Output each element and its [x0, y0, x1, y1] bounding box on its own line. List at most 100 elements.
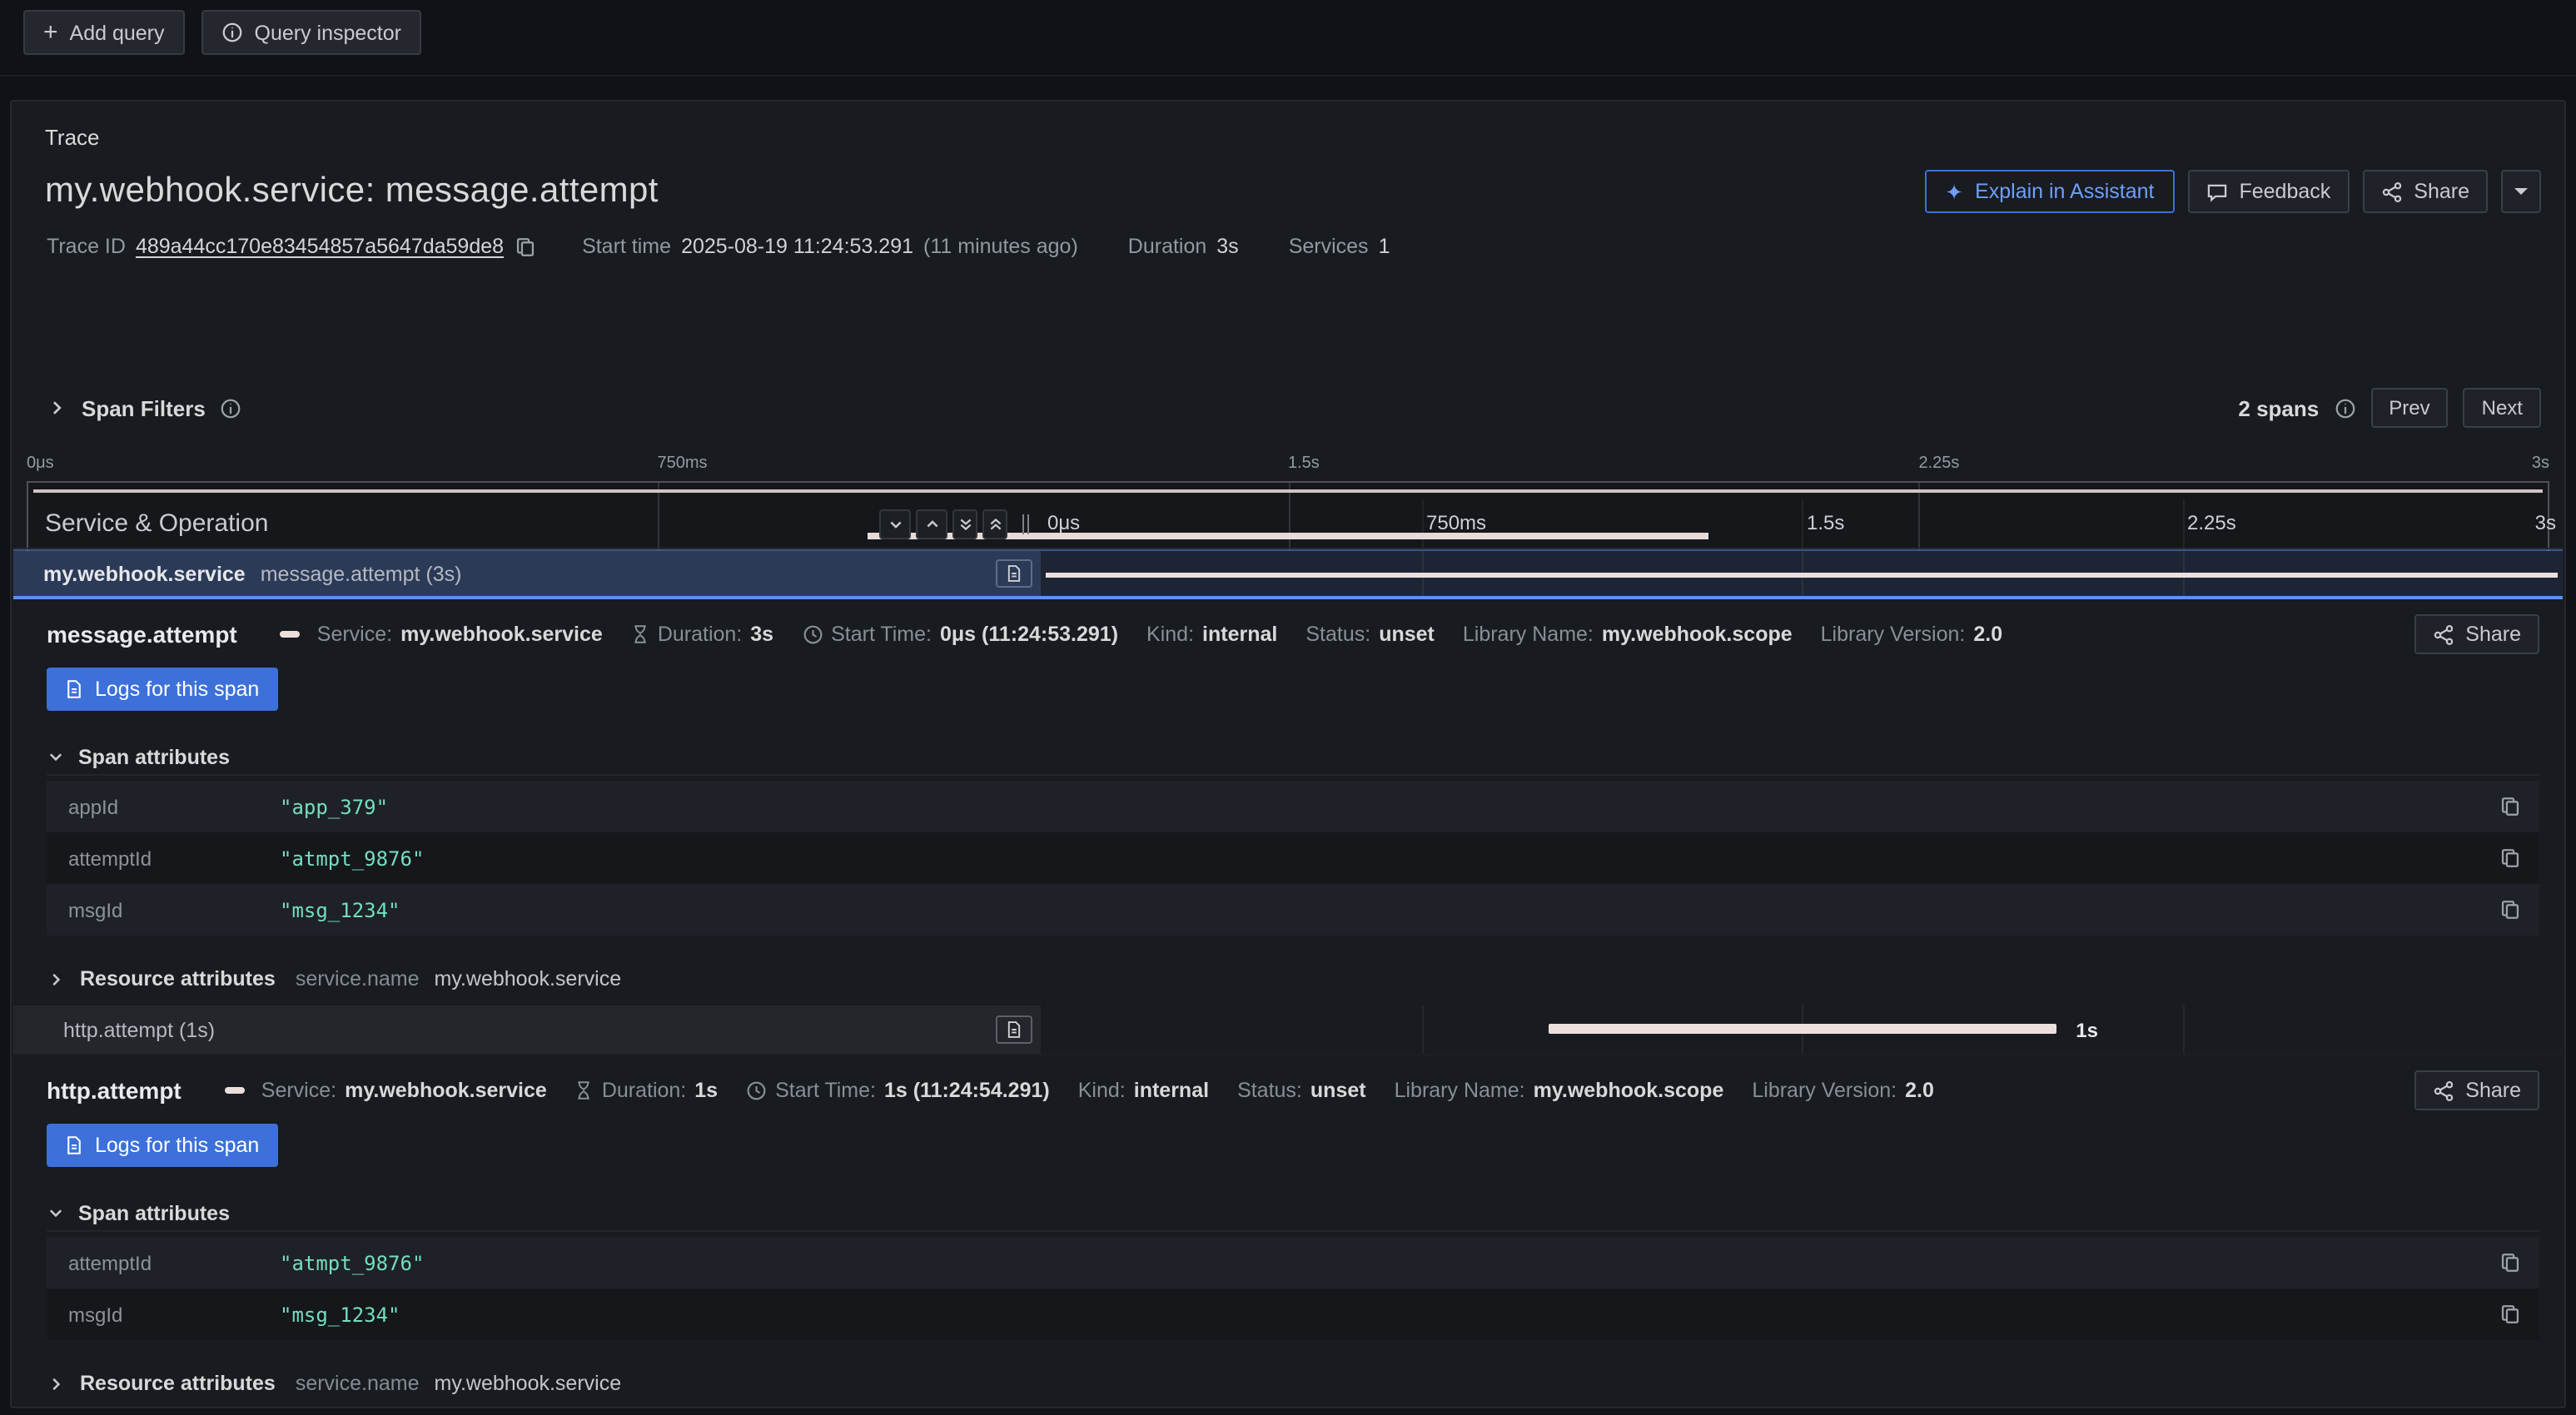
- field-value: 2.0: [1973, 623, 2002, 646]
- span-detail-header: http.attempt Service: my.webhook.service…: [47, 1070, 2539, 1110]
- copy-icon: [2499, 847, 2521, 869]
- next-button[interactable]: Next: [2464, 388, 2541, 428]
- add-query-button[interactable]: + Add query: [23, 10, 185, 55]
- copy-attribute-button[interactable]: [2499, 1252, 2521, 1274]
- attribute-row: msgId "msg_1234": [47, 1288, 2539, 1340]
- span-bar-http-attempt[interactable]: [1549, 1024, 2056, 1034]
- double-chevron-up-icon: [987, 515, 1003, 532]
- gridline: [1802, 499, 1803, 548]
- attribute-row: attemptId "atmpt_9876": [47, 1237, 2539, 1288]
- field-label: Status:: [1305, 623, 1370, 646]
- resource-key: service.name: [296, 967, 420, 990]
- logs-for-span-button[interactable]: Logs for this span: [47, 1124, 277, 1167]
- timeline-header-left: Service & Operation: [13, 499, 1041, 548]
- span-row-timeline-cell: 1s: [1041, 1005, 2563, 1054]
- share-button[interactable]: Share: [2362, 170, 2488, 213]
- share-span-button[interactable]: Share: [2414, 614, 2539, 654]
- span-logs-button[interactable]: [996, 1015, 1032, 1044]
- logs-button-label: Logs for this span: [95, 1134, 259, 1157]
- field-label: Library Name:: [1463, 623, 1594, 646]
- copy-attribute-button[interactable]: [2499, 796, 2521, 817]
- query-inspector-label: Query inspector: [255, 21, 401, 44]
- span-row-message-attempt[interactable]: my.webhook.service message.attempt (3s): [13, 549, 2563, 599]
- trace-timeline: Service & Operation: [13, 499, 2563, 1407]
- span-logs-button[interactable]: [996, 559, 1032, 588]
- service-field: Service: my.webhook.service: [317, 623, 603, 646]
- minimap-tick: 3s: [2532, 454, 2549, 473]
- span-color-dash: [281, 631, 301, 638]
- field-value: my.webhook.scope: [1602, 623, 1793, 646]
- column-resize-handle[interactable]: [1022, 514, 1029, 534]
- plus-icon: +: [43, 20, 58, 45]
- collapse-one-button[interactable]: [879, 509, 911, 539]
- expand-one-button[interactable]: [916, 509, 947, 539]
- expand-all-button[interactable]: [982, 509, 1007, 539]
- span-attributes-table: appId "app_379" attemptId "atmpt_9876": [47, 781, 2539, 936]
- attribute-row: attemptId "atmpt_9876": [47, 832, 2539, 884]
- resource-attributes-title: Resource attributes: [80, 1372, 276, 1395]
- prev-button[interactable]: Prev: [2370, 388, 2448, 428]
- field-value: 2.0: [1905, 1079, 1934, 1102]
- share-menu-button[interactable]: [2501, 170, 2541, 213]
- share-icon: [2380, 181, 2402, 202]
- service-operation-header: Service & Operation: [45, 509, 268, 538]
- start-time-ago: (11 minutes ago): [923, 235, 1078, 258]
- library-name-field: Library Name: my.webhook.scope: [1395, 1079, 1724, 1102]
- operation-name: message.attempt (3s): [261, 562, 462, 585]
- copy-trace-id-button[interactable]: [514, 236, 535, 257]
- span-filters-actions: 2 spans Prev Next: [2238, 388, 2541, 428]
- hourglass-icon: [575, 1080, 594, 1100]
- span-bar-message-attempt[interactable]: [1046, 573, 2558, 578]
- explain-in-assistant-button[interactable]: ✦ Explain in Assistant: [1925, 170, 2174, 213]
- span-row-http-attempt[interactable]: http.attempt (1s) 1s: [13, 1005, 2563, 1055]
- logs-icon: [65, 679, 83, 699]
- info-icon: [221, 22, 243, 43]
- duration-field: Duration: 1s: [575, 1079, 718, 1102]
- gridline: [2182, 499, 2184, 548]
- feedback-label: Feedback: [2239, 180, 2330, 203]
- timeline-tick: 3s: [2535, 511, 2556, 534]
- attribute-key: attemptId: [68, 1251, 280, 1274]
- logs-for-span-button[interactable]: Logs for this span: [47, 668, 277, 711]
- attribute-key: msgId: [68, 1303, 280, 1326]
- comment-icon: [2206, 181, 2227, 202]
- share-span-button[interactable]: Share: [2414, 1070, 2539, 1110]
- attribute-value: "app_379": [280, 795, 388, 818]
- chevron-right-icon: [47, 1374, 65, 1393]
- header-actions: ✦ Explain in Assistant Feedback Share: [1925, 170, 2541, 213]
- resource-attributes-toggle[interactable]: Resource attributes service.name my.webh…: [47, 1363, 2539, 1403]
- chevron-down-icon: [887, 515, 903, 532]
- attribute-key: appId: [68, 795, 280, 818]
- copy-attribute-button[interactable]: [2499, 899, 2521, 921]
- logs-button-label: Logs for this span: [95, 678, 259, 701]
- collapse-controls: [879, 509, 1007, 539]
- field-label: Library Version:: [1821, 623, 1966, 646]
- collapse-all-button[interactable]: [952, 509, 977, 539]
- copy-attribute-button[interactable]: [2499, 1303, 2521, 1325]
- status-field: Status: unset: [1305, 623, 1435, 646]
- span-attributes-toggle[interactable]: Span attributes: [47, 1195, 2539, 1232]
- trace-id-value[interactable]: 489a44cc170e83454857a5647da59de8: [136, 235, 504, 258]
- minimap-tick-labels: 0μs 750ms 1.5s 2.25s 3s: [27, 454, 2549, 474]
- span-count: 2 spans: [2238, 395, 2319, 420]
- clock-icon: [802, 624, 823, 645]
- span-detail-message-attempt: message.attempt Service: my.webhook.serv…: [13, 599, 2563, 1005]
- chevron-right-icon[interactable]: [47, 398, 67, 418]
- field-label: Status:: [1237, 1079, 1302, 1102]
- copy-icon: [2499, 796, 2521, 817]
- span-row-name-cell[interactable]: my.webhook.service message.attempt (3s): [13, 551, 1041, 596]
- field-label: Library Version:: [1752, 1079, 1897, 1102]
- resource-attributes-toggle[interactable]: Resource attributes service.name my.webh…: [47, 959, 2539, 999]
- feedback-button[interactable]: Feedback: [2187, 170, 2349, 213]
- field-value: 0μs (11:24:53.291): [940, 623, 1118, 646]
- span-attributes-toggle[interactable]: Span attributes: [47, 739, 2539, 776]
- query-inspector-button[interactable]: Query inspector: [201, 10, 421, 55]
- field-label: Service:: [317, 623, 392, 646]
- copy-attribute-button[interactable]: [2499, 847, 2521, 869]
- span-filters-label[interactable]: Span Filters: [82, 395, 206, 420]
- gridline: [1421, 499, 1423, 548]
- resource-attributes-title: Resource attributes: [80, 967, 276, 990]
- logs-icon: [1006, 564, 1022, 583]
- field-value: my.webhook.service: [345, 1079, 547, 1102]
- span-row-name-cell[interactable]: http.attempt (1s): [13, 1005, 1041, 1054]
